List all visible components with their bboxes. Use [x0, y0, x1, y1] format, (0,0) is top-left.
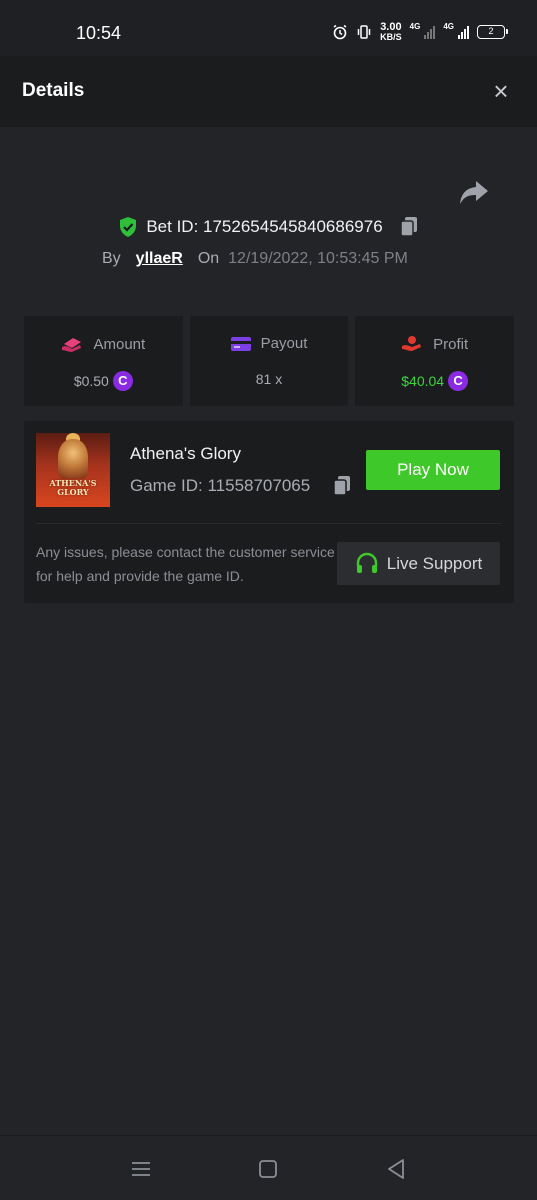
home-icon[interactable]: [253, 1154, 283, 1184]
share-icon[interactable]: [458, 177, 490, 207]
profit-label: Profit: [433, 335, 469, 353]
vibrate-icon: [357, 25, 371, 39]
thumbnail-logo-line2: GLORY: [57, 487, 89, 497]
by-label: By: [102, 250, 121, 267]
headset-icon: [356, 552, 377, 573]
bet-id: Bet ID: 1752654545840686976: [146, 217, 383, 236]
username-link[interactable]: yllaeR: [136, 250, 183, 268]
divider: [36, 523, 502, 524]
signal-icon-2: [458, 25, 469, 39]
status-icons: 3.00 KB/S 4G 4G 2: [332, 22, 508, 42]
amount-label: Amount: [93, 335, 146, 353]
payout-value: 81 x: [255, 371, 283, 387]
back-icon[interactable]: [381, 1154, 411, 1184]
close-button[interactable]: ×: [487, 77, 515, 105]
status-time: 10:54: [76, 23, 122, 43]
profit-card: Profit $40.04 C: [355, 316, 515, 406]
card-icon: [230, 336, 251, 351]
net-speed: 3.00 KB/S: [380, 22, 402, 42]
thumbnail-logo: ATHENA'S GLORY: [36, 479, 110, 497]
support-notice: Any issues, please contact the customer …: [36, 544, 335, 584]
system-nav-bar: [0, 1135, 537, 1200]
payout-label: Payout: [260, 335, 308, 352]
payout-value-row: 81 x: [190, 371, 349, 387]
menu-icon[interactable]: [126, 1154, 156, 1184]
bet-stats: Amount $0.50 C Payout 81 x Profit $40.04…: [24, 316, 515, 406]
on-label: On: [197, 250, 220, 267]
verified-shield-icon: [120, 217, 137, 237]
network-type-2: 4G: [443, 22, 454, 31]
details-header: Details ×: [0, 56, 537, 127]
battery-level: 2: [488, 26, 494, 36]
profit-value-row: $40.04 C: [355, 371, 514, 391]
bet-owner-row: By yllaeR On 12/19/2022, 10:53:45 PM: [102, 250, 408, 268]
signal-icon: [424, 25, 436, 39]
alarm-icon: [333, 24, 347, 40]
status-bar: 10:54 3.00 KB/S 4G 4G 2: [0, 0, 537, 56]
payout-card: Payout 81 x: [189, 316, 349, 406]
bet-date: 12/19/2022, 10:53:45 PM: [228, 250, 408, 267]
bet-id-row: Bet ID: 1752654545840686976: [0, 216, 537, 238]
copy-game-id-icon[interactable]: [332, 475, 352, 497]
game-thumbnail[interactable]: ATHENA'S GLORY: [36, 433, 110, 507]
live-support-label: Live Support: [386, 553, 483, 573]
copy-icon[interactable]: [399, 216, 419, 238]
coin-icon: C: [112, 371, 133, 391]
battery-icon: 2: [477, 25, 508, 39]
coins-hand-icon: [402, 336, 422, 351]
game-title: Athena's Glory: [130, 444, 241, 463]
game-id: Game ID: 11558707065: [130, 476, 311, 495]
net-speed-unit: KB/S: [380, 32, 402, 42]
payout-header: Payout: [190, 335, 349, 352]
game-card: ATHENA'S GLORY Athena's Glory Game ID: 1…: [24, 421, 514, 603]
amount-value-row: $0.50 C: [24, 371, 183, 391]
amount-header: Amount: [24, 335, 183, 353]
page-title: Details: [22, 80, 85, 101]
money-hand-icon: [62, 338, 82, 352]
amount-card: Amount $0.50 C: [24, 316, 183, 406]
coin-icon: C: [448, 371, 469, 391]
play-now-button[interactable]: Play Now: [366, 450, 500, 490]
amount-value: $0.50: [73, 373, 109, 389]
live-support-button[interactable]: Live Support: [337, 542, 500, 585]
profit-header: Profit: [355, 335, 514, 353]
profit-value: $40.04: [401, 373, 445, 389]
thumbnail-figure: [58, 439, 88, 479]
network-type-1: 4G: [409, 22, 421, 31]
